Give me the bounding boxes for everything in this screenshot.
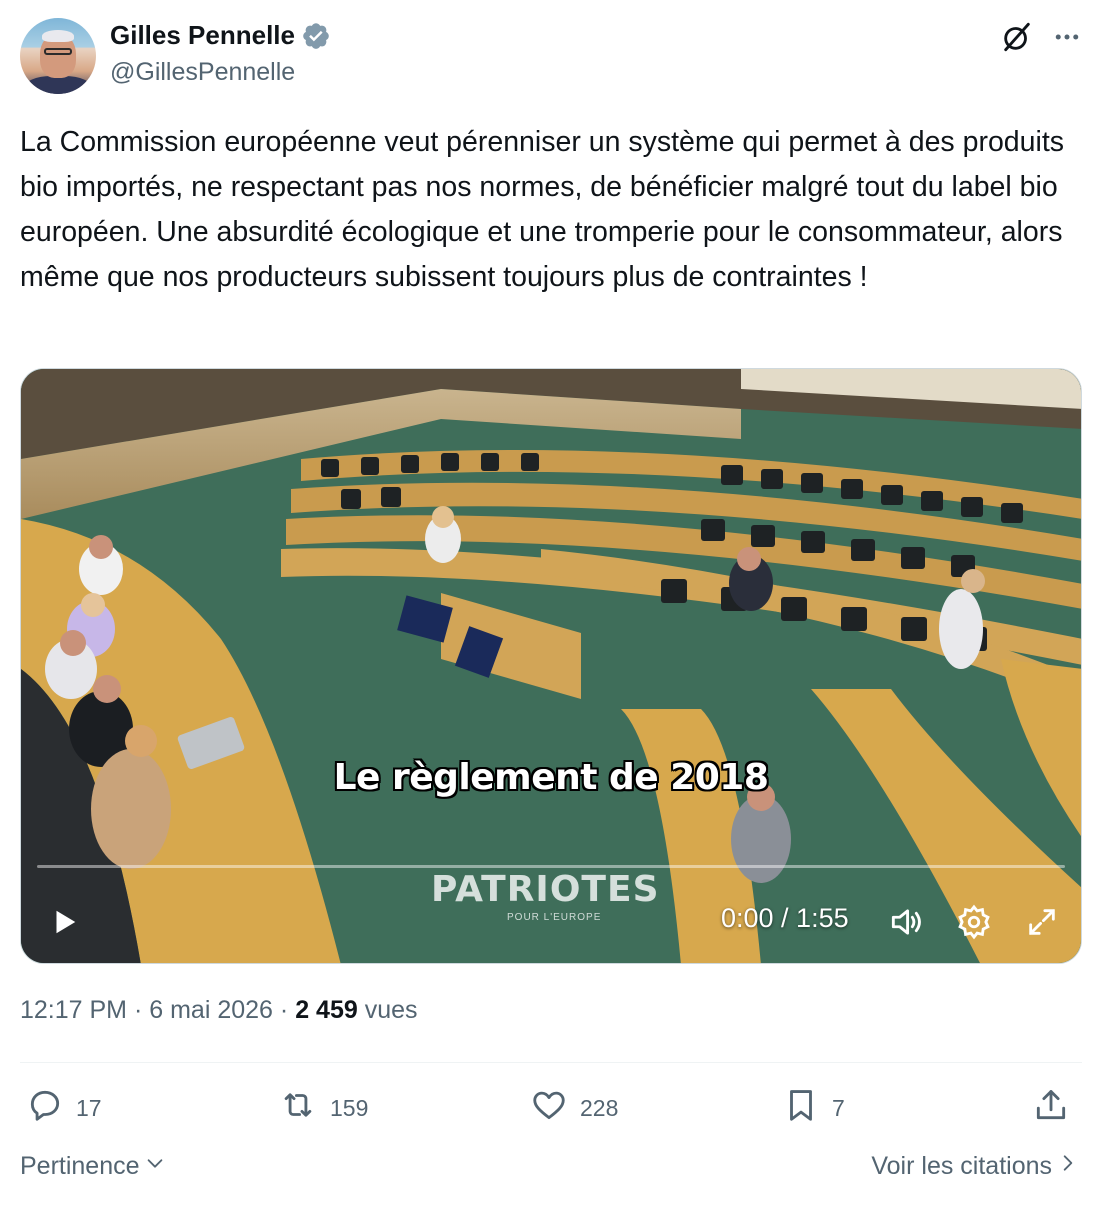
reply-icon bbox=[26, 1086, 64, 1130]
share-icon bbox=[1032, 1086, 1070, 1130]
play-icon[interactable] bbox=[49, 905, 79, 944]
like-button[interactable]: 228 bbox=[530, 1086, 618, 1130]
author-display-name[interactable]: Gilles Pennelle bbox=[110, 20, 295, 51]
reply-count: 17 bbox=[76, 1094, 102, 1121]
author-name-row: Gilles Pennelle bbox=[110, 20, 331, 51]
avatar[interactable] bbox=[20, 18, 96, 94]
video-player[interactable]: Le règlement de 2018 PATRIOTES POUR L'EU… bbox=[20, 368, 1082, 964]
grok-icon[interactable] bbox=[1000, 20, 1034, 54]
tweet-meta: 12:17 PM · 6 mai 2026 · 2 459 vues bbox=[20, 996, 418, 1025]
video-progress-bar[interactable] bbox=[37, 865, 1065, 868]
tweet-text: La Commission européenne veut pérenniser… bbox=[20, 126, 1072, 293]
view-quotes-label: Voir les citations bbox=[871, 1152, 1052, 1180]
chevron-right-icon bbox=[1058, 1152, 1078, 1181]
verified-badge-icon[interactable] bbox=[301, 21, 331, 51]
divider bbox=[20, 1062, 1082, 1063]
repost-icon bbox=[278, 1086, 318, 1130]
tweet-header: Gilles Pennelle @GillesPennelle bbox=[20, 18, 1082, 96]
meta-separator: · bbox=[279, 996, 289, 1024]
share-button[interactable] bbox=[1032, 1086, 1070, 1130]
chevron-down-icon bbox=[144, 1152, 166, 1181]
header-actions bbox=[1000, 20, 1082, 54]
action-bar: 17 159 228 7 bbox=[20, 1086, 1082, 1134]
video-time: 0:00 / 1:55 bbox=[721, 903, 849, 933]
more-icon[interactable] bbox=[1052, 22, 1082, 52]
heart-icon bbox=[530, 1086, 568, 1130]
volume-icon[interactable] bbox=[887, 903, 925, 946]
video-caption: Le règlement de 2018 bbox=[333, 757, 769, 798]
sort-dropdown[interactable]: Pertinence bbox=[20, 1152, 166, 1181]
meta-separator: · bbox=[133, 996, 143, 1024]
fullscreen-icon[interactable] bbox=[1025, 905, 1059, 944]
bookmark-icon bbox=[782, 1086, 820, 1130]
bookmark-count: 7 bbox=[832, 1094, 845, 1121]
repost-button[interactable]: 159 bbox=[278, 1086, 368, 1130]
author-handle[interactable]: @GillesPennelle bbox=[110, 58, 295, 87]
video-controls: 0:00 / 1:55 bbox=[21, 897, 1081, 947]
view-quotes-link[interactable]: Voir les citations bbox=[871, 1152, 1078, 1181]
sort-label: Pertinence bbox=[20, 1152, 140, 1180]
bookmark-button[interactable]: 7 bbox=[782, 1086, 845, 1130]
gear-icon[interactable] bbox=[955, 903, 993, 946]
views-label: vues bbox=[364, 996, 418, 1024]
tweet-time[interactable]: 12:17 PM bbox=[20, 996, 127, 1024]
repost-count: 159 bbox=[330, 1094, 369, 1121]
views-count: 2 459 bbox=[295, 996, 358, 1024]
reply-button[interactable]: 17 bbox=[26, 1086, 102, 1130]
tweet-date[interactable]: 6 mai 2026 bbox=[149, 996, 273, 1024]
like-count: 228 bbox=[580, 1094, 619, 1121]
